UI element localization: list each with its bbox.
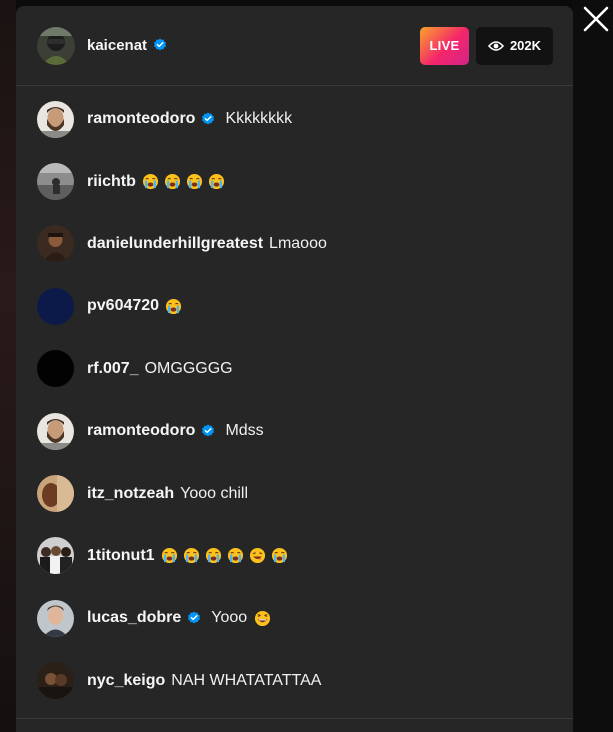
live-comments-panel: kaicenat LIVE 202K ramonteodoro Kkkkkkkk r… <box>16 6 573 732</box>
comment-body: 1titonut1 <box>87 547 288 565</box>
commenter-avatar[interactable] <box>37 599 74 637</box>
comment-body: itz_notzeah Yooo chill <box>87 485 248 503</box>
comment-text: NAH WHATATATTAA <box>171 671 322 689</box>
crying-emoji-icon <box>227 548 243 564</box>
commenter-avatar[interactable] <box>37 225 74 263</box>
comment-username[interactable]: itz_notzeah <box>87 485 174 503</box>
comment-list: ramonteodoro Kkkkkkkk riichtb danielunderhi… <box>16 86 573 712</box>
comment-username[interactable]: danielunderhillgreatest <box>87 235 263 253</box>
crying-emoji-icon <box>142 174 158 190</box>
comment-row: danielunderhillgreatest Lmaooo <box>16 213 573 275</box>
close-icon <box>583 6 609 32</box>
verified-badge-icon <box>202 424 215 437</box>
host-username[interactable]: kaicenat <box>87 37 167 54</box>
viewer-count: 202K <box>509 38 542 53</box>
comment-text: Mdss <box>225 422 264 440</box>
comment-body: pv604720 <box>87 297 182 315</box>
commenter-avatar[interactable] <box>37 100 74 138</box>
comment-username[interactable]: ramonteodoro <box>87 422 195 440</box>
crying-emoji-icon <box>183 548 199 564</box>
background-stream-edge <box>0 0 16 732</box>
comment-emojis <box>160 298 182 315</box>
verified-badge <box>195 112 215 126</box>
comment-row: pv604720 <box>16 275 573 337</box>
viewer-count-badge[interactable]: 202K <box>476 26 553 65</box>
comment-body: ramonteodoro Kkkkkkkk <box>87 110 292 128</box>
crying-emoji-icon <box>164 174 180 190</box>
crying-emoji-icon <box>161 548 177 564</box>
comment-row: rf.007_ OMGGGGG <box>16 338 573 400</box>
comment-row: lucas_dobre Yooo <box>16 587 573 649</box>
comment-emojis <box>156 547 288 564</box>
comment-text: Yooo chill <box>180 484 249 502</box>
comment-row: ramonteodoro Mdss <box>16 400 573 462</box>
comment-row: riichtb <box>16 150 573 212</box>
live-header: kaicenat LIVE 202K <box>16 6 573 86</box>
comment-row: nyc_keigo NAH WHATATATTAA <box>16 650 573 712</box>
comment-text: Yooo <box>211 609 248 627</box>
comment-row: 1titonut1 <box>16 525 573 587</box>
comment-username[interactable]: 1titonut1 <box>87 547 155 565</box>
comment-emojis <box>249 610 271 627</box>
commenter-avatar[interactable] <box>37 537 74 575</box>
laughing-emoji-icon <box>255 610 271 626</box>
verified-badge-icon <box>188 611 201 624</box>
host-avatar[interactable] <box>37 26 75 65</box>
comment-text: OMGGGGG <box>144 359 233 377</box>
verified-badge <box>181 611 201 625</box>
commenter-avatar[interactable] <box>37 412 74 450</box>
comment-username[interactable]: nyc_keigo <box>87 672 165 690</box>
commenter-avatar[interactable] <box>37 287 74 325</box>
close-button[interactable] <box>581 4 611 34</box>
comment-body: danielunderhillgreatest Lmaooo <box>87 235 327 253</box>
crying-emoji-icon <box>271 548 287 564</box>
crying-emoji-icon <box>166 298 182 314</box>
comment-body: ramonteodoro Mdss <box>87 422 264 440</box>
commenter-avatar[interactable] <box>37 163 74 201</box>
verified-badge <box>195 424 215 438</box>
comment-username[interactable]: pv604720 <box>87 297 159 315</box>
comment-body: nyc_keigo NAH WHATATATTAA <box>87 672 321 690</box>
live-badge: LIVE <box>420 26 469 65</box>
comment-row: itz_notzeah Yooo chill <box>16 462 573 524</box>
divider <box>16 718 573 719</box>
crying-emoji-icon <box>205 548 221 564</box>
comment-username[interactable]: riichtb <box>87 173 136 191</box>
commenter-avatar[interactable] <box>37 350 74 388</box>
comment-emojis <box>137 173 225 190</box>
grinning-emoji-icon <box>249 548 265 564</box>
comment-username[interactable]: rf.007_ <box>87 360 139 378</box>
eye-icon <box>487 40 504 51</box>
crying-emoji-icon <box>208 174 224 190</box>
comment-username[interactable]: lucas_dobre <box>87 609 181 627</box>
verified-badge-icon <box>202 112 215 125</box>
comment-username[interactable]: ramonteodoro <box>87 110 195 128</box>
comment-body: rf.007_ OMGGGGG <box>87 360 233 378</box>
comment-body: riichtb <box>87 173 225 191</box>
comment-body: lucas_dobre Yooo <box>87 609 271 627</box>
commenter-avatar[interactable] <box>37 662 74 700</box>
crying-emoji-icon <box>186 174 202 190</box>
comment-text: Kkkkkkkk <box>225 110 293 128</box>
commenter-avatar[interactable] <box>37 475 74 513</box>
comment-row: ramonteodoro Kkkkkkkk <box>16 88 573 150</box>
background-margin <box>573 0 613 732</box>
verified-badge-icon <box>154 38 167 51</box>
comment-text: Lmaooo <box>269 234 327 252</box>
